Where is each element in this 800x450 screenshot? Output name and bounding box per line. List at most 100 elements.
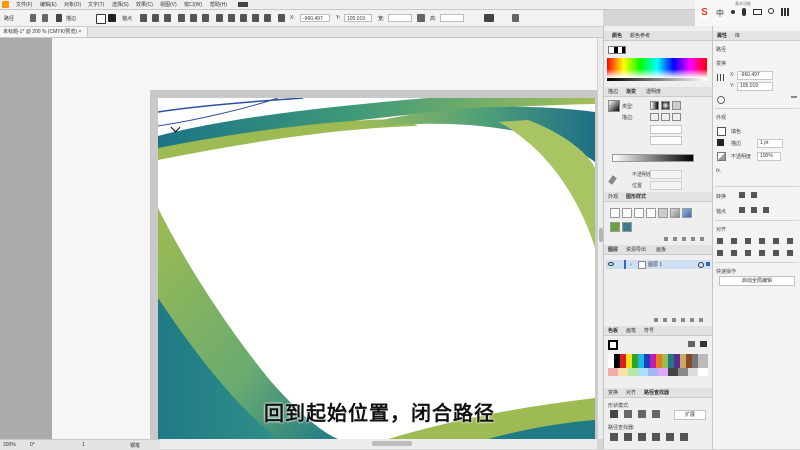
exclude-icon[interactable]: [652, 410, 660, 418]
gradient-position-field[interactable]: [650, 181, 682, 190]
anchor-icon-3[interactable]: [763, 207, 769, 213]
minus-front-icon[interactable]: [624, 410, 632, 418]
menu-file[interactable]: 文件(F): [16, 1, 32, 8]
style-swatch-6[interactable]: [670, 208, 680, 218]
selection-indicator[interactable]: [706, 262, 710, 266]
ime-mode-label[interactable]: 中: [716, 8, 724, 19]
menu-effect[interactable]: 效果(C): [136, 1, 153, 8]
opacity-icon[interactable]: [717, 152, 726, 161]
stroke-swatch[interactable]: [717, 139, 724, 146]
transform-icon[interactable]: [512, 14, 519, 22]
rotation-readout[interactable]: 0°: [30, 442, 35, 448]
minus-back-icon[interactable]: [680, 433, 688, 441]
workspace-switcher-icon[interactable]: [238, 2, 248, 7]
ime-voice-icon[interactable]: [742, 8, 746, 16]
gradient-stroke-icon-1[interactable]: [650, 113, 659, 121]
align-icon-6[interactable]: [202, 14, 209, 22]
layer-name[interactable]: 图层 1: [648, 261, 662, 268]
eyedropper-icon[interactable]: [608, 175, 617, 185]
y-field[interactable]: 105.019: [344, 14, 372, 22]
ime-keyboard-icon[interactable]: [753, 9, 762, 15]
document-tab[interactable]: 未标题-1* @ 200 % (CMYK/预览) ×: [0, 27, 89, 37]
y-value-right[interactable]: 105.019: [737, 82, 773, 91]
style-swatch-4[interactable]: [646, 208, 656, 218]
tab-transform[interactable]: 变换: [608, 389, 618, 396]
unite-icon[interactable]: [610, 410, 618, 418]
align-icon-2[interactable]: [152, 14, 159, 22]
stroke-swatch-icon[interactable]: [108, 14, 116, 22]
gradient-freeform-icon[interactable]: [672, 101, 681, 110]
style-swatch-5[interactable]: [658, 208, 668, 218]
gradient-opacity-field[interactable]: [650, 170, 682, 179]
swatch-list-view-icon[interactable]: [688, 341, 695, 347]
align-icon-8[interactable]: [228, 14, 235, 22]
h-field[interactable]: [440, 14, 464, 22]
style-swatch-9[interactable]: [622, 222, 632, 232]
style-swatch-8[interactable]: [610, 222, 620, 232]
isolate-icon[interactable]: [484, 14, 494, 22]
tab-transparency[interactable]: 透明度: [646, 88, 661, 95]
fill-swatch[interactable]: [717, 127, 726, 136]
tab-layers[interactable]: 图层: [608, 246, 618, 253]
tab-graphic-styles[interactable]: 图形样式: [626, 193, 646, 200]
gradient-stroke-icon-3[interactable]: [672, 113, 681, 121]
spectrum-dark-strip[interactable]: [607, 78, 707, 81]
align-icon-1[interactable]: [140, 14, 147, 22]
tab-color-guide[interactable]: 颜色参考: [630, 32, 650, 39]
align-row-1[interactable]: [717, 238, 797, 244]
constrain-link-icon[interactable]: [417, 14, 425, 22]
pen-tool-icon[interactable]: [56, 14, 62, 22]
align-icon-11[interactable]: [264, 14, 271, 22]
menu-object[interactable]: 对象(O): [64, 1, 81, 8]
trim-icon[interactable]: [624, 433, 632, 441]
gradient-stroke-icon-2[interactable]: [661, 113, 670, 121]
align-icon-12[interactable]: [278, 14, 285, 22]
tab-symbols[interactable]: 符号: [644, 327, 654, 334]
rotate-field-icon[interactable]: [717, 96, 725, 104]
expand-button[interactable]: 扩展: [674, 410, 706, 420]
fx-button[interactable]: fx.: [716, 168, 721, 174]
workspace-label[interactable]: 基本功能: [735, 1, 751, 7]
tab-properties[interactable]: 属性: [717, 32, 727, 39]
tab-stroke[interactable]: 描边: [608, 88, 618, 95]
style-swatch-3[interactable]: [634, 208, 644, 218]
ime-punct-icon[interactable]: [731, 10, 735, 14]
sogou-logo-icon[interactable]: S: [699, 7, 710, 18]
style-swatch-2[interactable]: [622, 208, 632, 218]
align-icon-3[interactable]: [164, 14, 171, 22]
handle-icon[interactable]: [42, 14, 48, 22]
menu-edit[interactable]: 编辑(E): [40, 1, 57, 8]
anchor-icon-2[interactable]: [751, 207, 757, 213]
convert-smooth-icon[interactable]: [751, 192, 757, 198]
close-icon[interactable]: ×: [78, 29, 81, 35]
anchor-icon-1[interactable]: [739, 207, 745, 213]
align-icon-10[interactable]: [252, 14, 259, 22]
tab-pathfinder[interactable]: 路径查找器: [644, 389, 669, 396]
align-icon-7[interactable]: [216, 14, 223, 22]
expand-arrow-icon[interactable]: ›: [630, 262, 632, 268]
ime-user-icon[interactable]: [768, 8, 774, 14]
global-edit-button[interactable]: 启动全局编辑: [719, 276, 795, 286]
x-field[interactable]: -960.497: [300, 14, 330, 22]
fill-stroke-icon[interactable]: [608, 46, 626, 54]
tab-color[interactable]: 颜色: [612, 32, 622, 39]
ime-grid-icon[interactable]: [781, 8, 789, 16]
crop-icon[interactable]: [652, 433, 660, 441]
merge-icon[interactable]: [638, 433, 646, 441]
menu-type[interactable]: 文字(T): [88, 1, 104, 8]
horizontal-scroll-thumb[interactable]: [372, 441, 412, 446]
tab-align[interactable]: 对齐: [626, 389, 636, 396]
artboard[interactable]: [158, 98, 595, 439]
more-options-icon[interactable]: [791, 96, 797, 98]
opacity-field[interactable]: 100%: [757, 152, 781, 161]
menu-help[interactable]: 帮助(H): [210, 1, 227, 8]
eye-icon[interactable]: [608, 262, 614, 266]
aspect-field[interactable]: [650, 136, 682, 145]
tab-brushes[interactable]: 画笔: [626, 327, 636, 334]
gradient-linear-icon[interactable]: [650, 101, 659, 110]
gradient-radial-icon[interactable]: [661, 101, 670, 110]
tab-artboards[interactable]: 画板: [656, 246, 666, 253]
divide-icon[interactable]: [610, 433, 618, 441]
swatch-fill-stroke-icon[interactable]: [608, 340, 618, 350]
gradient-preview-swatch[interactable]: [608, 100, 620, 112]
